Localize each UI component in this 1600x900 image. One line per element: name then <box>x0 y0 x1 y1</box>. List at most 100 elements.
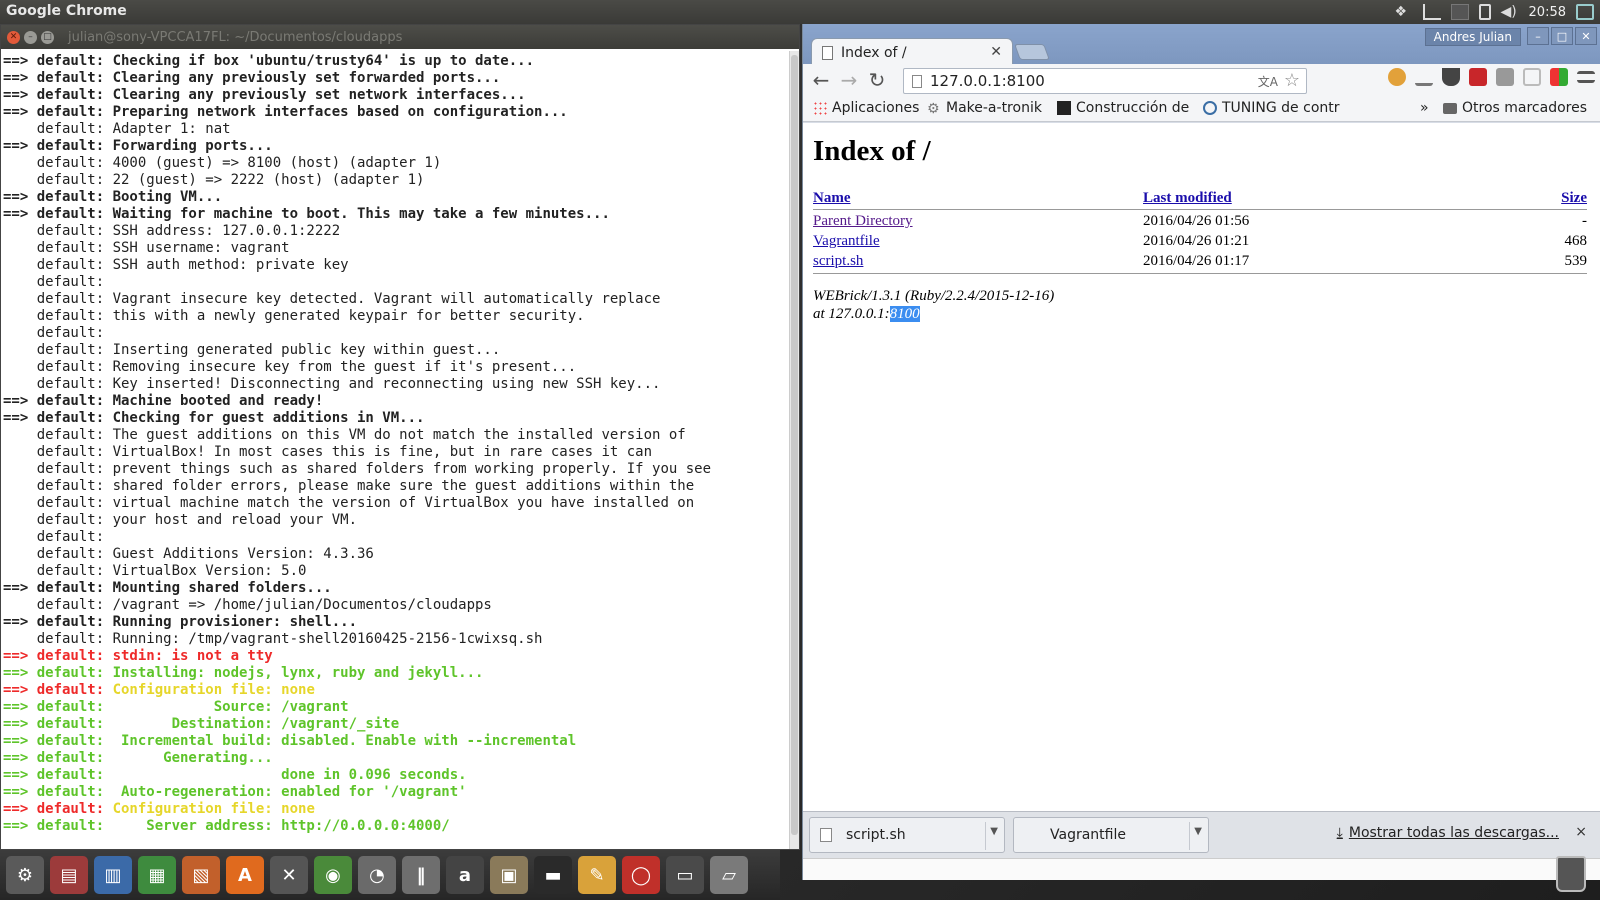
address-bar[interactable]: 127.0.0.1:8100 文A ☆ <box>903 68 1307 94</box>
terminal-line: default: Removing insecure key from the … <box>3 359 577 375</box>
user-icon[interactable] <box>1576 4 1594 20</box>
profile-button[interactable]: Andres Julian <box>1424 28 1521 46</box>
terminal-line: default: Key inserted! Disconnecting and… <box>3 376 661 392</box>
terminal-line: default: 22 (guest) => 2222 (host) (adap… <box>3 172 425 188</box>
show-all-downloads-link[interactable]: ⤓ Mostrar todas las descargas... <box>1337 825 1559 841</box>
close-downloads-icon[interactable]: × <box>1575 824 1587 840</box>
terminal-scrollbar[interactable] <box>789 51 799 849</box>
apps-grid-icon <box>813 101 827 115</box>
trash-icon[interactable] <box>1556 856 1586 892</box>
show-all-label: Mostrar todas las descargas... <box>1348 825 1559 841</box>
menu-icon[interactable] <box>1577 71 1595 83</box>
extension-c-icon[interactable] <box>1523 68 1541 86</box>
terminal-line: default: <box>3 529 105 545</box>
selected-port: 8100 <box>889 306 920 322</box>
divider <box>1189 822 1190 850</box>
software-center-icon[interactable]: A <box>226 856 264 894</box>
line-text: Configuration file: none <box>112 682 315 698</box>
bookmark-construccion[interactable]: Construcción de <box>1057 100 1189 116</box>
files-icon[interactable]: ▤ <box>50 856 88 894</box>
forward-icon[interactable]: → <box>835 66 863 94</box>
text-editor-icon[interactable]: ✎ <box>578 856 616 894</box>
file-link[interactable]: script.sh <box>813 253 863 270</box>
new-tab-button[interactable] <box>1014 44 1050 60</box>
bookmark-label: Make-a-tronik <box>946 100 1042 116</box>
divider <box>813 209 1587 210</box>
column-name[interactable]: Name <box>813 190 851 207</box>
close-tab-icon[interactable]: ✕ <box>990 44 1002 60</box>
chrome-icon[interactable]: ◉ <box>314 856 352 894</box>
bookmark-tuning[interactable]: TUNING de contr <box>1203 100 1340 116</box>
terminal-line: default: SSH address: 127.0.0.1:2222 <box>3 223 341 239</box>
translate-icon[interactable]: 文A <box>1258 73 1278 90</box>
chevron-down-icon[interactable]: ▼ <box>990 826 998 837</box>
terminal-line: ==> default: Server address: http://0.0.… <box>3 818 450 834</box>
pocket-icon[interactable] <box>1442 68 1460 86</box>
close-icon[interactable]: ✕ <box>1575 27 1597 45</box>
file-modified: 2016/04/26 01:17 <box>1143 253 1250 269</box>
tools-icon[interactable]: ✕ <box>270 856 308 894</box>
network-icon[interactable] <box>1422 4 1441 20</box>
column-last-modified[interactable]: Last modified <box>1143 190 1232 207</box>
bookmark-apps[interactable]: Aplicaciones <box>813 100 919 116</box>
gear-icon: ⚙ <box>927 101 940 117</box>
bookmark-make-a-tronik[interactable]: ⚙ Make-a-tronik <box>927 100 1042 117</box>
wordpress-icon <box>1203 101 1217 115</box>
battery-icon[interactable] <box>1478 4 1491 20</box>
reload-icon[interactable]: ↻ <box>863 66 891 94</box>
equalizer-icon[interactable]: ‖ <box>402 856 440 894</box>
server-version: WEBrick/1.3.1 (Ruby/2.2.4/2015-12-16) <box>813 288 1055 304</box>
terminal-line: ==> default: Generating... <box>3 750 273 766</box>
bookmark-star-icon[interactable]: ☆ <box>1284 70 1300 91</box>
extension-grid-icon[interactable] <box>1550 68 1568 86</box>
terminal-line: ==> default: Running provisioner: shell.… <box>3 614 358 630</box>
adobe-icon[interactable] <box>1469 68 1487 86</box>
tab-index[interactable]: Index of / ✕ <box>811 38 1013 66</box>
chrome-window: Index of / ✕ Andres Julian – □ ✕ ← → ↻ 1… <box>802 24 1600 880</box>
terminal-output[interactable]: ==> default: Checking if box 'ubuntu/tru… <box>1 51 789 849</box>
chevron-down-icon[interactable]: ▼ <box>1194 826 1202 837</box>
maximize-icon[interactable]: □ <box>41 30 54 44</box>
back-icon[interactable]: ← <box>807 66 835 94</box>
extension-square-icon[interactable] <box>1496 68 1514 86</box>
file-link[interactable]: Vagrantfile <box>813 233 880 250</box>
clock[interactable]: 20:58 <box>1529 5 1566 20</box>
keyboard-icon[interactable] <box>1450 4 1469 20</box>
terminal-line: ==> default: stdin: is not a tty <box>3 648 273 664</box>
terminal-icon[interactable]: ▬ <box>534 856 572 894</box>
minimize-icon[interactable]: – <box>1527 27 1549 45</box>
drive-icon[interactable]: ▱ <box>710 856 748 894</box>
archive-icon[interactable]: ▣ <box>490 856 528 894</box>
download-icon: ⤓ <box>1336 825 1343 841</box>
minimize-icon[interactable]: – <box>24 30 37 44</box>
download-arrow-icon[interactable] <box>1415 68 1433 86</box>
impress-icon[interactable]: ▧ <box>182 856 220 894</box>
page-title: Index of / <box>813 135 931 167</box>
terminal-line: default: Adapter 1: nat <box>3 121 231 137</box>
pdf-viewer-icon[interactable]: ◯ <box>622 856 660 894</box>
file-link[interactable]: Parent Directory <box>813 213 913 230</box>
system-monitor-icon[interactable]: ◔ <box>358 856 396 894</box>
terminal-line: ==> default: Configuration file: none <box>3 801 789 818</box>
calc-icon[interactable]: ▦ <box>138 856 176 894</box>
writer-icon[interactable]: ▥ <box>94 856 132 894</box>
dropbox-icon[interactable]: ❖ <box>1395 4 1413 20</box>
system-settings-icon[interactable]: ⚙ <box>6 856 44 894</box>
bookmarks-overflow-button[interactable]: » <box>1420 100 1429 116</box>
extension-eye-icon[interactable] <box>1388 68 1406 86</box>
column-size[interactable]: Size <box>1561 190 1587 207</box>
page-info-icon[interactable] <box>912 74 922 88</box>
maximize-icon[interactable]: □ <box>1551 27 1573 45</box>
terminal-line: default: /vagrant => /home/julian/Docume… <box>3 597 492 613</box>
download-item-script[interactable]: script.sh ▼ <box>809 817 1005 853</box>
download-item-vagrantfile[interactable]: Vagrantfile ▼ <box>1013 817 1209 853</box>
download-filename: Vagrantfile <box>1050 827 1126 843</box>
bookmark-other[interactable]: Otros marcadores <box>1443 100 1587 116</box>
terminal-titlebar[interactable]: ✕ – □ julian@sony-VPCCA17FL: ~/Documento… <box>1 25 799 49</box>
amazon-icon[interactable]: a <box>446 856 484 894</box>
address-text[interactable]: 127.0.0.1:8100 <box>930 72 1045 90</box>
workspaces-icon[interactable]: ▭ <box>666 856 704 894</box>
close-icon[interactable]: ✕ <box>7 30 20 44</box>
scrollbar-thumb[interactable] <box>791 55 798 835</box>
volume-icon[interactable]: ◀) <box>1501 4 1519 20</box>
